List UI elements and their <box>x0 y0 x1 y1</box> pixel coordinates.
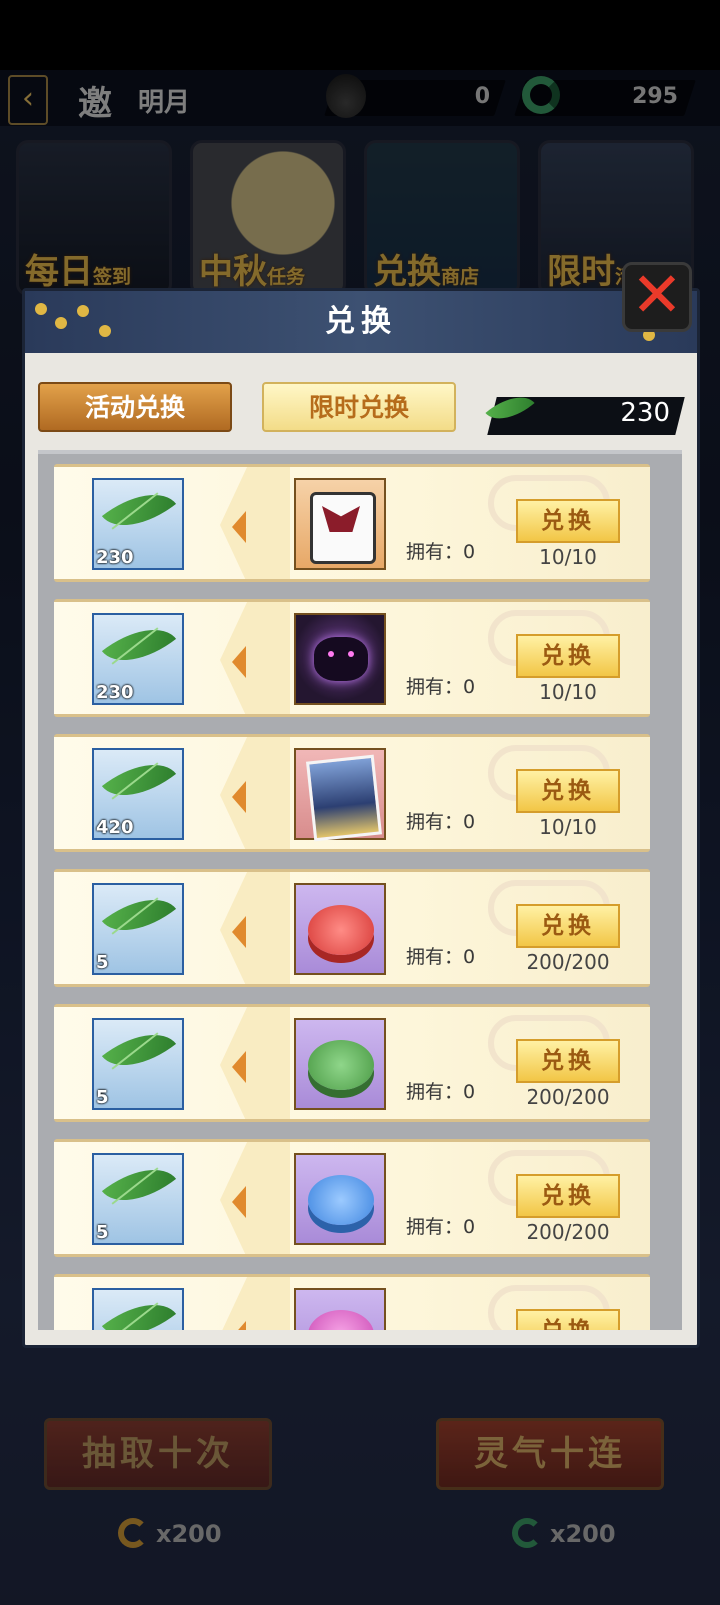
owned-label: 拥有： <box>406 946 464 968</box>
cost-slot[interactable]: 230 <box>92 475 184 570</box>
owned-count: 0 <box>463 1216 476 1238</box>
owned-count: 0 <box>463 946 476 968</box>
leaf-icon <box>101 475 177 545</box>
exchange-limit: 200/200 <box>526 1220 610 1244</box>
cost-slot[interactable]: 230 <box>92 610 184 705</box>
exchange-limit: 200/200 <box>526 1085 610 1109</box>
cost-amount: 5 <box>96 1087 109 1108</box>
owned-count: 0 <box>463 676 476 698</box>
reward-slot[interactable] <box>294 613 386 705</box>
cost-slot[interactable]: 420 <box>92 745 184 840</box>
chevron-panel <box>220 602 290 714</box>
arrow-left-icon <box>232 646 246 678</box>
close-button[interactable]: ✕ <box>622 262 692 332</box>
exchange-button[interactable]: 兑换 <box>516 634 620 678</box>
exchange-button[interactable]: 兑换 <box>516 769 620 813</box>
cost-amount: 420 <box>96 817 134 838</box>
leaf-icon <box>101 610 177 680</box>
chevron-panel <box>220 1277 290 1330</box>
exchange-row: 230 拥有：0 10/10 兑换 <box>54 599 650 717</box>
exchange-limit: 10/10 <box>539 680 597 704</box>
cost-amount: 5 <box>96 952 109 973</box>
exchange-limit: 10/10 <box>539 545 597 569</box>
reward-slot[interactable] <box>294 883 386 975</box>
arrow-left-icon <box>232 1186 246 1218</box>
reward-slot[interactable] <box>294 1288 386 1330</box>
leaf-icon <box>101 745 177 815</box>
exchange-limit: 10/10 <box>539 815 597 839</box>
cost-amount: 230 <box>96 547 134 568</box>
cost-slot[interactable]: 5 <box>92 880 184 975</box>
exchange-button[interactable]: 兑换 <box>516 499 620 543</box>
exchange-list[interactable]: 230 拥有：0 10/10 兑换 230 拥有：0 10/10 兑换 420 拥有：0 10/10… <box>38 450 682 1330</box>
exchange-row: 兑换 <box>54 1274 650 1330</box>
reward-slot[interactable] <box>294 1153 386 1245</box>
cost-slot[interactable]: 5 <box>92 1015 184 1110</box>
exchange-button[interactable]: 兑换 <box>516 1174 620 1218</box>
exchange-button[interactable]: 兑换 <box>516 1039 620 1083</box>
reward-slot[interactable] <box>294 748 386 842</box>
owned-count: 0 <box>463 1081 476 1103</box>
arrow-left-icon <box>232 916 246 948</box>
chevron-panel <box>220 872 290 984</box>
panel-title: 兑换 <box>325 304 397 339</box>
owned-label: 拥有： <box>406 811 464 833</box>
leaf-icon <box>101 1150 177 1220</box>
cost-amount: 5 <box>96 1222 109 1243</box>
tab-limited-exchange[interactable]: 限时兑换 <box>262 382 456 432</box>
balance-value: 230 <box>620 398 670 428</box>
exchange-button[interactable]: 兑换 <box>516 904 620 948</box>
exchange-button[interactable]: 兑换 <box>516 1309 620 1330</box>
owned-count: 0 <box>463 811 476 833</box>
owned-label: 拥有： <box>406 676 464 698</box>
leaf-icon <box>101 1015 177 1085</box>
chevron-panel <box>220 737 290 849</box>
owned-label: 拥有： <box>406 541 464 563</box>
owned-label: 拥有： <box>406 1081 464 1103</box>
exchange-row: 5 拥有：0 200/200 兑换 <box>54 1139 650 1257</box>
cost-amount: 230 <box>96 682 134 703</box>
reward-slot[interactable] <box>294 478 386 570</box>
reward-slot[interactable] <box>294 1018 386 1110</box>
leaf-icon <box>485 384 535 432</box>
chevron-panel <box>220 1007 290 1119</box>
arrow-left-icon <box>232 1321 246 1330</box>
owned-label: 拥有： <box>406 1216 464 1238</box>
arrow-left-icon <box>232 511 246 543</box>
exchange-row: 5 拥有：0 200/200 兑换 <box>54 869 650 987</box>
exchange-row: 5 拥有：0 200/200 兑换 <box>54 1004 650 1122</box>
cost-slot[interactable]: 5 <box>92 1150 184 1245</box>
leaf-icon <box>101 1285 177 1330</box>
exchange-row: 230 拥有：0 10/10 兑换 <box>54 464 650 582</box>
tab-event-exchange[interactable]: 活动兑换 <box>38 382 232 432</box>
exchange-limit: 200/200 <box>526 950 610 974</box>
cost-slot[interactable] <box>92 1285 184 1330</box>
arrow-left-icon <box>232 781 246 813</box>
leaf-icon <box>101 880 177 950</box>
exchange-row: 420 拥有：0 10/10 兑换 <box>54 734 650 852</box>
close-icon: ✕ <box>631 258 683 331</box>
owned-count: 0 <box>463 541 476 563</box>
chevron-panel <box>220 1142 290 1254</box>
arrow-left-icon <box>232 1051 246 1083</box>
chevron-panel <box>220 467 290 579</box>
